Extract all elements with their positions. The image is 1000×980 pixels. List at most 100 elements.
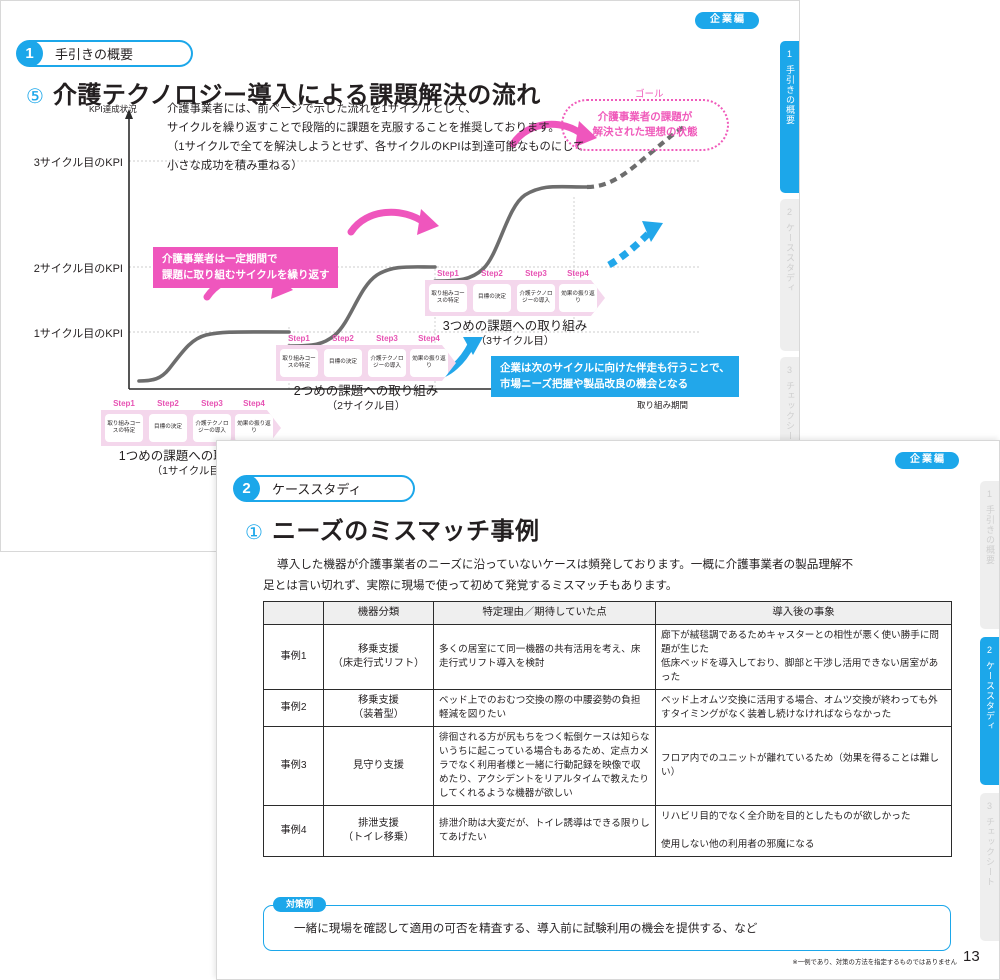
goal-bubble: 介護事業者の課題が 解決された理想の状態 <box>561 99 729 151</box>
kpi-cycle-chart: KPI達成状況 取り組み期間 3サイクル目のKPI 2サイクル目のKPI 1サイ… <box>1 89 799 497</box>
step-cell: 目標の決定 <box>324 349 362 377</box>
cell-result: リハビリ目的でなく全介助を目的としたものが欲しかった 使用しない他の利用者の邪魔に… <box>655 805 952 857</box>
side-tab-number: 1 <box>986 489 992 499</box>
pink-callout-line-1: 介護事業者は一定期間で <box>162 253 278 265</box>
slide-case-study: 企業編 2 ケーススタディ ① ニーズのミスマッチ事例 1 手引きの概要 2 ケ… <box>216 440 1000 980</box>
intro-line-3: （1サイクルで全てを解決しようとせず、各サイクルのKPIは到達可能なものにして <box>167 141 585 153</box>
chapter-label: ケーススタディ <box>246 475 416 502</box>
y-axis-label: KPI達成状況 <box>89 104 137 114</box>
step-label: Step4 <box>567 269 589 278</box>
cell-result: フロア内でのユニットが離れているため（効果を得ることは難しい） <box>655 726 952 806</box>
step-strip-cycle-3: Step1 Step2 Step3 Step4 取り組みコースの特定 目標の決定… <box>425 269 605 316</box>
side-tab-label: 手引きの概要 <box>985 505 995 565</box>
table-row: 事例3 見守り支援 徘徊される方が尻もちをつく転倒ケースは知らないうちに起こって… <box>263 726 952 806</box>
side-tab-label: ケーススタディ <box>985 661 995 731</box>
side-tab-rail: 1 手引きの概要 2 ケーススタディ 3 チェックシート <box>977 441 999 979</box>
step-label: Step3 <box>525 269 547 278</box>
side-tab-number: 1 <box>786 49 792 59</box>
step-cell: 取り組みコースの特定 <box>105 414 143 442</box>
y-tick-3: 3サイクル目のKPI <box>33 157 123 169</box>
cell-case-id: 事例2 <box>263 689 324 727</box>
cycle-sub: （2サイクル目） <box>326 400 406 412</box>
blue-callout: 企業は次のサイクルに向けた伴走も行うことで、 市場ニーズ把握や製品改良の機会とな… <box>491 356 739 397</box>
cell-reason: ベッド上でのおむつ交換の際の中腰姿勢の負担軽減を図りたい <box>433 689 656 727</box>
th-category: 機器分類 <box>323 601 434 625</box>
goal-line-1: 介護事業者の課題が <box>597 111 693 123</box>
cycle-title: 3つめの課題への取り組み <box>442 319 588 333</box>
lead-line-2: 足とは言い切れず、実際に現場で使って初めて発覚するミスマッチもあります。 <box>263 579 678 592</box>
table-row: 事例4 排泄支援 （トイレ移乗） 排泄介助は大変だが、トイレ誘導はできる限りしてあ… <box>263 805 952 857</box>
step-label: Step1 <box>288 334 310 343</box>
side-tab-number: 3 <box>986 801 992 811</box>
step-cell: 目標の決定 <box>473 284 511 312</box>
step-cell: 取り組みコースの特定 <box>429 284 467 312</box>
side-tab-handbook[interactable]: 1 手引きの概要 <box>980 481 999 629</box>
step-label: Step1 <box>113 399 135 408</box>
th-blank <box>263 601 324 625</box>
th-reason: 特定理由／期待していた点 <box>433 601 656 625</box>
intro-line-4: 小さな成功を積み重ねる） <box>167 160 303 172</box>
step-label: Step3 <box>201 399 223 408</box>
side-tab-case-study[interactable]: 2 ケーススタディ <box>980 637 999 785</box>
step-cell: 介護テクノロジーの導入 <box>368 349 406 377</box>
pink-callout: 介護事業者は一定期間で 課題に取り組むサイクルを繰り返す <box>153 247 339 288</box>
cycle-label-2: 2つめの課題への取り組み （2サイクル目） <box>242 384 490 414</box>
step-label: Step2 <box>157 399 179 408</box>
chapter-number: 2 <box>233 475 260 502</box>
mismatch-case-table: 機器分類 特定理由／期待していた点 導入後の事象 事例1 移乗支援 （床走行式リフ… <box>263 601 952 857</box>
chapter-pill-1: 1 手引きの概要 <box>16 40 194 67</box>
cell-reason: 徘徊される方が尻もちをつく転倒ケースは知らないうちに起こっている場合もあるため、… <box>433 726 656 806</box>
disclaimer-note: ※一例であり、対策の方法を指定するものではありません <box>792 959 957 966</box>
page-number: 13 <box>963 948 980 965</box>
th-result: 導入後の事象 <box>655 601 952 625</box>
cell-result: 廊下が絨毯調であるためキャスターとの相性が悪く使い勝手に問題が生じた 低床ベッドを… <box>655 624 952 690</box>
step-cell: 介護テクノロジーの導入 <box>517 284 555 312</box>
countermeasure-tag: 対策例 <box>273 897 327 912</box>
chapter-pill-2: 2 ケーススタディ <box>233 475 416 502</box>
x-axis-label: 取り組み期間 <box>637 400 689 410</box>
side-tab-checksheet[interactable]: 3 チェックシート <box>980 793 999 941</box>
cell-case-id: 事例1 <box>263 624 324 690</box>
table-header-row: 機器分類 特定理由／期待していた点 導入後の事象 <box>263 601 952 625</box>
countermeasure-text: 一緒に現場を確認して適用の可否を精査する、導入前に試験利用の機会を提供する、など <box>263 905 951 951</box>
y-tick-2: 2サイクル目のKPI <box>33 263 123 275</box>
cell-category: 移乗支援 （床走行式リフト） <box>323 624 434 690</box>
chapter-number: 1 <box>16 40 43 67</box>
table-row: 事例2 移乗支援 （装着型） ベッド上でのおむつ交換の際の中腰姿勢の負担軽減を図り… <box>263 689 952 727</box>
y-tick-1: 1サイクル目のKPI <box>33 328 123 340</box>
section-marker: ① <box>245 522 263 544</box>
corporate-edition-badge: 企業編 <box>895 452 959 469</box>
step-cell: 効果の振り返り <box>559 284 597 312</box>
section-title-text: ニーズのミスマッチ事例 <box>271 518 540 545</box>
corporate-edition-badge: 企業編 <box>695 12 759 29</box>
chapter-label: 手引きの概要 <box>29 40 194 67</box>
cell-case-id: 事例4 <box>263 805 324 857</box>
cell-category: 排泄支援 （トイレ移乗） <box>323 805 434 857</box>
pink-callout-line-2: 課題に取り組むサイクルを繰り返す <box>162 268 330 281</box>
cycle-sub: （3サイクル目） <box>475 335 555 347</box>
side-tab-label: チェックシート <box>985 817 995 887</box>
step-label: Step1 <box>437 269 459 278</box>
step-cell: 取り組みコースの特定 <box>280 349 318 377</box>
goal-caption: ゴール <box>635 89 664 100</box>
goal-line-2: 解決された理想の状態 <box>592 126 698 138</box>
cell-category: 移乗支援 （装着型） <box>323 689 434 727</box>
lead-line-1: 導入した機器が介護事業者のニーズに沿っていないケースは頻発しております。一概に介… <box>277 558 854 571</box>
intro-line-2: サイクルを繰り返すことで段階的に課題を克服することを推奨しております。 <box>167 122 560 134</box>
intro-line-1: 介護事業者には、前ページで示した流れを1サイクルとして、 <box>167 103 477 115</box>
table-row: 事例1 移乗支援 （床走行式リフト） 多くの居室にて同一機器の共有活用を考え、床走… <box>263 624 952 690</box>
cell-result: ベッド上オムツ交換に活用する場合、オムツ交換が終わっても外すタイミングがなく装着… <box>655 689 952 727</box>
countermeasure-block: 対策例 一緒に現場を確認して適用の可否を精査する、導入前に試験利用の機会を提供す… <box>263 897 951 951</box>
step-cell: 効果の振り返り <box>410 349 448 377</box>
step-cell: 効果の振り返り <box>235 414 273 442</box>
cycle-title: 2つめの課題への取り組み <box>293 384 439 398</box>
cell-reason: 排泄介助は大変だが、トイレ誘導はできる限りしてあげたい <box>433 805 656 857</box>
cycle-label-3: 3つめの課題への取り組み （3サイクル目） <box>391 319 639 349</box>
blue-callout-line-2: 市場ニーズ把握や製品改良の機会となる <box>500 377 689 390</box>
cell-case-id: 事例3 <box>263 726 324 806</box>
step-label: Step2 <box>332 334 354 343</box>
page-title: ① ニーズのミスマッチ事例 <box>245 511 540 546</box>
step-label: Step2 <box>481 269 503 278</box>
step-cell: 介護テクノロジーの導入 <box>193 414 231 442</box>
cell-reason: 多くの居室にて同一機器の共有活用を考え、床走行式リフト導入を検討 <box>433 624 656 690</box>
